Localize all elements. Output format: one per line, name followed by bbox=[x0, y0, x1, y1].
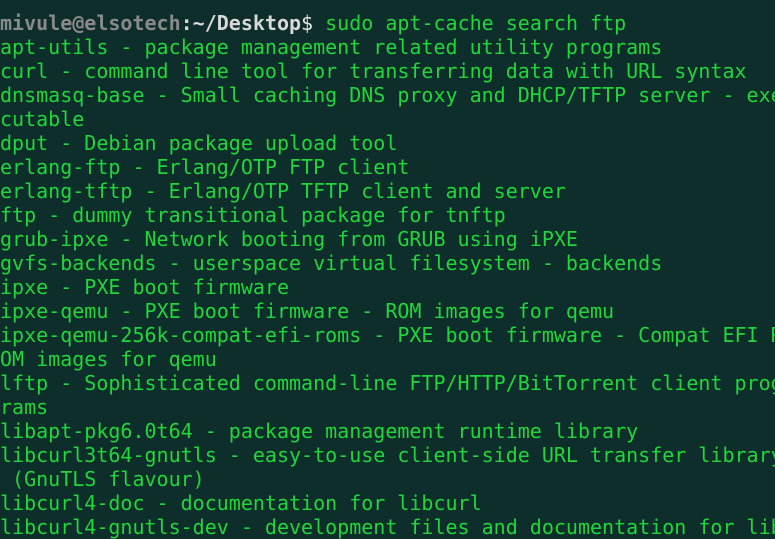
output-line: rams bbox=[0, 395, 49, 419]
output-line: apt-utils - package management related u… bbox=[0, 35, 663, 59]
output-line: ipxe - PXE boot firmware bbox=[0, 275, 289, 299]
output-line: curl - command line tool for transferrin… bbox=[0, 59, 747, 83]
output-line: cutable bbox=[0, 107, 85, 131]
output-line: grub-ipxe - Network booting from GRUB us… bbox=[0, 227, 578, 251]
output-line: dnsmasq-base - Small caching DNS proxy a… bbox=[0, 83, 775, 107]
output-line: lftp - Sophisticated command-line FTP/HT… bbox=[0, 371, 775, 395]
prompt-line: mivule@elsotech:~/Desktop$ sudo apt-cach… bbox=[0, 11, 775, 35]
output-line: dput - Debian package upload tool bbox=[0, 131, 398, 155]
prompt-path: :~/Desktop bbox=[180, 11, 302, 35]
terminal-output-area: mivule@elsotech:~/Desktop$ sudo apt-cach… bbox=[0, 11, 775, 539]
output-line: ipxe-qemu-256k-compat-efi-roms - PXE boo… bbox=[0, 323, 775, 347]
output-line: libcurl3t64-gnutls - easy-to-use client-… bbox=[0, 443, 775, 467]
output-line: OM images for qemu bbox=[0, 347, 217, 371]
output-line: ftp - dummy transitional package for tnf… bbox=[0, 203, 506, 227]
output-line: ipxe-qemu - PXE boot firmware - ROM imag… bbox=[0, 299, 615, 323]
prompt-symbol: $ bbox=[301, 11, 314, 35]
output-line: (GnuTLS flavour) bbox=[0, 467, 205, 491]
output-line: libcurl4-gnutls-dev - development files … bbox=[0, 515, 775, 539]
terminal-window[interactable]: mivule@elsotech:~/Desktop$ sudo apt-cach… bbox=[0, 0, 775, 539]
prompt-user-host: mivule@elsotech bbox=[0, 11, 181, 35]
output-line: libcurl4-doc - documentation for libcurl bbox=[0, 491, 482, 515]
prompt-command: sudo apt-cache search ftp bbox=[313, 11, 627, 35]
output-line: gvfs-backends - userspace virtual filesy… bbox=[0, 251, 663, 275]
output-line: libapt-pkg6.0t64 - package management ru… bbox=[0, 419, 639, 443]
output-line: erlang-tftp - Erlang/OTP TFTP client and… bbox=[0, 179, 566, 203]
output-line: erlang-ftp - Erlang/OTP FTP client bbox=[0, 155, 410, 179]
